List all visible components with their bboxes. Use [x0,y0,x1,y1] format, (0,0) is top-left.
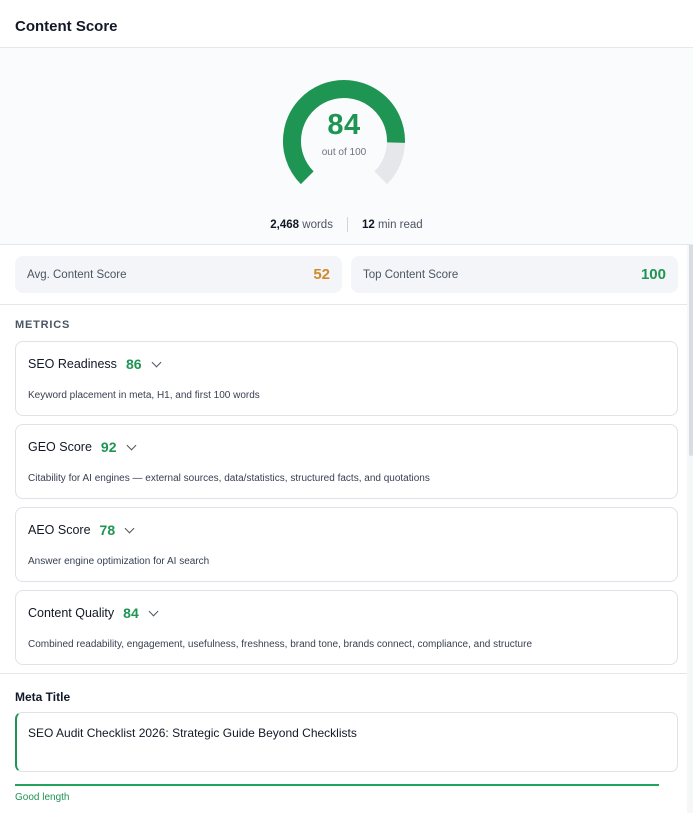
content-stats: 2,468 words 12 min read [0,217,693,232]
stats-divider [346,217,348,232]
avg-content-score-card: Avg. Content Score 52 [15,256,342,293]
score-summary: Avg. Content Score 52 Top Content Score … [0,245,693,305]
chevron-down-icon[interactable] [148,606,159,616]
score-value: 84 [327,109,361,141]
metric-score: 84 [123,605,139,621]
chevron-down-icon[interactable] [124,523,135,533]
avg-score-label: Avg. Content Score [27,268,127,281]
top-score-value: 100 [640,266,666,283]
metric-card-seo-readiness[interactable]: SEO Readiness 86 Keyword placement in me… [15,341,678,416]
score-out-of: out of 100 [321,147,367,158]
metric-score: 92 [100,439,117,455]
metric-description: Keyword placement in meta, H1, and first… [28,390,260,401]
panel-title: Content Score [15,18,118,35]
metric-score: 78 [99,522,116,538]
metric-description: Citability for AI engines — external sou… [28,473,430,484]
read-time-label: min read [377,218,423,231]
metric-name: GEO Score [28,440,92,454]
top-content-score-card: Top Content Score 100 [351,256,678,293]
metric-card-content-quality[interactable]: Content Quality 84 Combined readability,… [15,590,678,665]
meta-title-input[interactable]: SEO Audit Checklist 2026: Strategic Guid… [15,712,678,772]
avg-score-value: 52 [313,266,330,283]
metric-header[interactable]: Content Quality 84 [28,605,665,621]
metric-score: 86 [125,356,142,372]
metric-card-geo-score[interactable]: GEO Score 92 Citability for AI engines —… [15,424,678,499]
metric-header[interactable]: AEO Score 78 [28,522,665,538]
meta-title-label: Meta Title [15,690,71,704]
metrics-section: METRICS SEO Readiness 86 Keyword placeme… [0,305,693,665]
metric-card-aeo-score[interactable]: AEO Score 78 Answer engine optimization … [15,507,678,582]
top-score-label: Top Content Score [363,268,459,281]
content-score-gauge: 84 out of 100 [279,76,409,206]
panel-header: Content Score [0,0,693,48]
meta-title-section: Meta Title SEO Audit Checklist 2026: Str… [0,673,693,803]
metric-header[interactable]: SEO Readiness 86 [28,356,665,372]
chevron-down-icon[interactable] [151,357,161,367]
read-time: 12 [361,218,375,231]
metric-header[interactable]: GEO Score 92 [28,439,665,455]
metrics-heading: METRICS [15,319,71,331]
word-count-label: words [302,218,333,231]
meta-title-length-bar [15,784,659,786]
metric-description: Combined readability, engagement, useful… [28,639,532,650]
meta-title-length-hint: Good length [15,792,70,803]
metric-name: Content Quality [28,606,115,620]
metric-name: AEO Score [28,523,91,537]
metric-name: SEO Readiness [28,357,117,371]
score-hero: 84 out of 100 2,468 words 12 min read [0,48,693,245]
word-count: 2,468 [270,218,300,231]
metric-description: Answer engine optimization for AI search [28,556,210,567]
chevron-down-icon[interactable] [126,440,136,450]
